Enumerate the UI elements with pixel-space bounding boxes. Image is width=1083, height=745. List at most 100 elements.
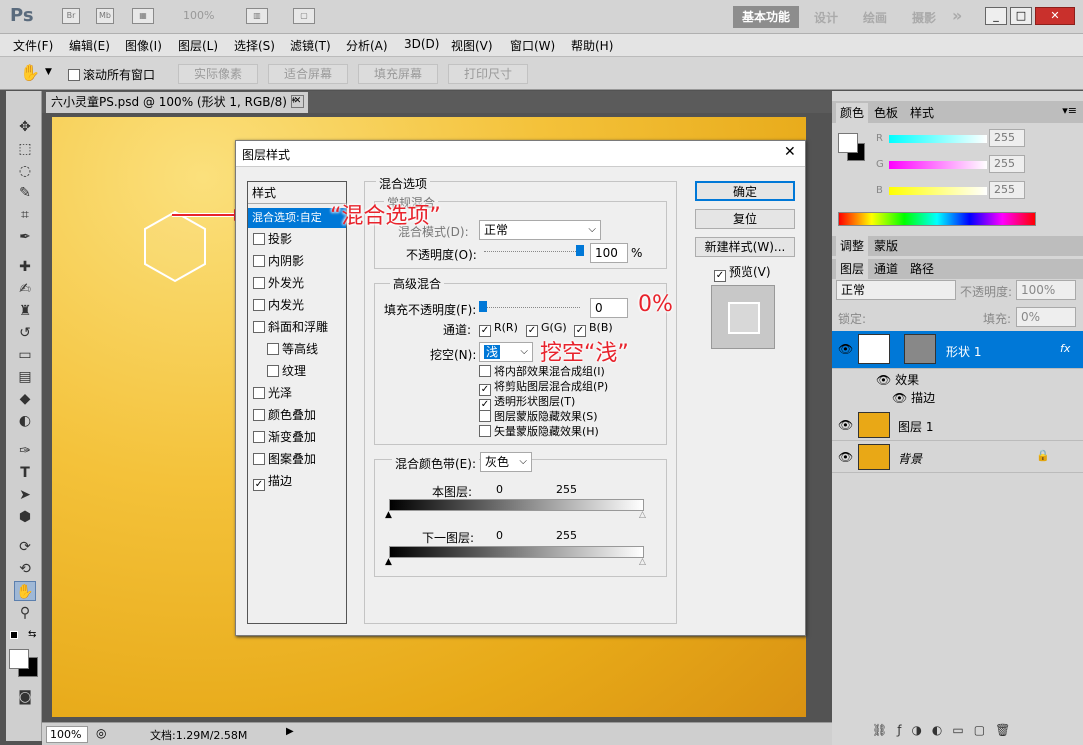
stroke-effect-row[interactable]: 👁 描边: [892, 389, 935, 406]
menu-view[interactable]: 视图(V): [451, 37, 493, 54]
history-brush-tool-icon[interactable]: ↺: [14, 323, 36, 343]
panel-menu-icon[interactable]: ▾≡: [1062, 104, 1077, 117]
g-slider[interactable]: [889, 161, 987, 169]
tool-preset-chevron-down-icon[interactable]: ▼: [45, 67, 52, 77]
maximize-button[interactable]: □: [1010, 7, 1032, 25]
channel-r-checkbox[interactable]: ✓ R(R): [479, 321, 518, 337]
dodge-tool-icon[interactable]: ◐: [14, 411, 36, 431]
status-zoom-field[interactable]: 100%: [46, 726, 88, 743]
style-item[interactable]: 纹理: [267, 362, 306, 379]
effects-row[interactable]: 👁 效果: [876, 371, 919, 388]
style-item[interactable]: 光泽: [253, 384, 292, 401]
document-tab[interactable]: 六小灵童PS.psd @ 100% (形状 1, RGB/8) * ✕: [46, 92, 308, 113]
tab-adjustments[interactable]: 调整: [836, 236, 869, 256]
opacity-slider[interactable]: [484, 251, 584, 254]
tab-color[interactable]: 颜色: [836, 103, 869, 123]
r-slider[interactable]: [889, 135, 987, 143]
opacity-slider-thumb[interactable]: [576, 245, 584, 256]
style-checkbox[interactable]: [253, 233, 265, 245]
menu-select[interactable]: 选择(S): [234, 37, 275, 54]
layer-row-layer1[interactable]: 👁 图层 1: [832, 409, 1083, 441]
fill-field[interactable]: 0%: [1016, 307, 1076, 327]
shape-tool-icon[interactable]: ⬢: [14, 507, 36, 527]
gradient-tool-icon[interactable]: ▤: [14, 367, 36, 387]
style-checkbox[interactable]: [253, 387, 265, 399]
layer-blend-mode-select[interactable]: 正常: [836, 280, 956, 300]
quick-select-tool-icon[interactable]: ✎: [14, 183, 36, 203]
this-layer-white-slider-icon[interactable]: △: [639, 510, 646, 520]
scroll-all-windows-option[interactable]: 滚动所有窗口: [68, 66, 155, 83]
eye-icon[interactable]: 👁: [838, 450, 853, 464]
style-item[interactable]: 投影: [253, 230, 292, 247]
layer-row-shape[interactable]: 👁 形状 1 fx: [832, 331, 1083, 369]
workspace-photography[interactable]: 摄影: [912, 9, 936, 26]
reset-button[interactable]: 复位: [695, 209, 795, 229]
3d-orbit-tool-icon[interactable]: ⟲: [14, 559, 36, 579]
b-slider[interactable]: [889, 187, 987, 195]
style-item[interactable]: 内发光: [253, 296, 304, 313]
style-checkbox[interactable]: [253, 277, 265, 289]
workspace-design[interactable]: 设计: [814, 9, 838, 26]
more-workspaces-icon[interactable]: »: [952, 6, 962, 25]
style-checkbox[interactable]: [253, 409, 265, 421]
blend-if-select[interactable]: 灰色 ⌵: [480, 452, 532, 472]
bridge-button[interactable]: Br: [62, 8, 80, 24]
menu-3d[interactable]: 3D(D): [404, 37, 439, 51]
menu-help[interactable]: 帮助(H): [571, 37, 613, 54]
tab-swatches[interactable]: 色板: [870, 103, 902, 123]
tab-paths[interactable]: 路径: [906, 259, 938, 279]
g-value[interactable]: 255: [989, 155, 1025, 173]
tab-styles[interactable]: 样式: [906, 103, 938, 123]
style-checkbox[interactable]: ✓: [253, 479, 265, 491]
menu-analysis[interactable]: 分析(A): [346, 37, 388, 54]
style-checkbox[interactable]: [253, 453, 265, 465]
style-checkbox[interactable]: [253, 299, 265, 311]
menu-edit[interactable]: 编辑(E): [69, 37, 110, 54]
fx-icon[interactable]: fx: [1060, 342, 1070, 355]
brush-tool-icon[interactable]: ✍: [14, 279, 36, 299]
advanced-option[interactable]: 矢量蒙版隐藏效果(H): [479, 423, 599, 439]
blend-mode-select[interactable]: 正常 ⌵: [479, 220, 601, 240]
panel-foreground-swatch[interactable]: [838, 133, 858, 153]
path-select-tool-icon[interactable]: ➤: [14, 485, 36, 505]
menu-filter[interactable]: 滤镜(T): [290, 37, 331, 54]
swap-colors-icon[interactable]: ⇆: [28, 629, 36, 640]
new-style-button[interactable]: 新建样式(W)...: [695, 237, 795, 257]
opacity-field[interactable]: 100: [590, 243, 628, 263]
this-layer-gradient[interactable]: [389, 499, 644, 511]
blur-tool-icon[interactable]: ◆: [14, 389, 36, 409]
move-tool-icon[interactable]: ✥: [14, 117, 36, 137]
style-item[interactable]: ✓ 描边: [253, 472, 292, 491]
style-checkbox[interactable]: [253, 321, 265, 333]
color-spectrum-bar[interactable]: [838, 212, 1036, 226]
style-item[interactable]: 等高线: [267, 340, 318, 357]
workspace-painting[interactable]: 绘画: [863, 9, 887, 26]
stamp-tool-icon[interactable]: ♜: [14, 301, 36, 321]
lasso-tool-icon[interactable]: ◌: [14, 161, 36, 181]
style-item[interactable]: 渐变叠加: [253, 428, 316, 445]
zoom-level[interactable]: 100%: [183, 9, 214, 22]
style-item[interactable]: 颜色叠加: [253, 406, 316, 423]
status-menu-arrow-icon[interactable]: ▶: [286, 726, 294, 737]
preview-checkbox[interactable]: ✓ 预览(V): [714, 263, 771, 282]
crop-tool-icon[interactable]: ⌗: [14, 205, 36, 225]
screen-mode-icon[interactable]: ▢: [293, 8, 315, 24]
style-item[interactable]: 内阴影: [253, 252, 304, 269]
advanced-option-checkbox[interactable]: [479, 425, 491, 437]
style-checkbox[interactable]: [253, 431, 265, 443]
status-info-icon[interactable]: ◎: [96, 726, 106, 740]
below-layer-gradient[interactable]: [389, 546, 644, 558]
style-item[interactable]: 图案叠加: [253, 450, 316, 467]
3d-rotate-tool-icon[interactable]: ⟳: [14, 537, 36, 557]
knockout-select[interactable]: 浅 ⌵: [479, 342, 533, 362]
menu-layer[interactable]: 图层(L): [178, 37, 218, 54]
fill-opacity-slider-thumb[interactable]: [479, 301, 487, 312]
foreground-color-swatch[interactable]: [9, 649, 29, 669]
quick-mask-icon[interactable]: ◙: [14, 687, 36, 707]
menu-file[interactable]: 文件(F): [13, 37, 53, 54]
hand-tool-icon[interactable]: ✋: [20, 63, 40, 82]
r-value[interactable]: 255: [989, 129, 1025, 147]
eyedropper-tool-icon[interactable]: ✒: [14, 227, 36, 247]
dialog-close-icon[interactable]: ✕: [784, 144, 796, 160]
fit-screen-button[interactable]: 适合屏幕: [268, 64, 348, 84]
